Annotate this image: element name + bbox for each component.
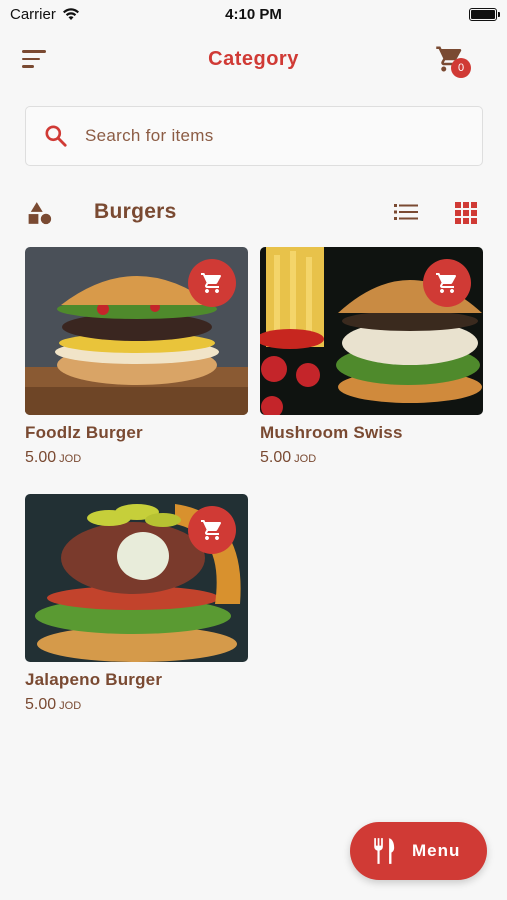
shapes-icon <box>28 202 52 225</box>
app-header: Category 0 <box>0 36 507 84</box>
wifi-icon <box>62 8 79 20</box>
grid-view-icon[interactable] <box>455 202 477 224</box>
cart-button[interactable]: 0 <box>434 44 474 80</box>
product-image[interactable] <box>25 247 248 415</box>
product-card[interactable]: Jalapeno Burger 5.00 JOD <box>25 494 248 714</box>
add-to-cart-button[interactable] <box>188 259 236 307</box>
menu-button[interactable]: Menu <box>350 822 487 880</box>
search-icon <box>45 125 67 147</box>
search-input[interactable]: Search for items <box>25 106 483 166</box>
product-price: 5.00 JOD <box>25 696 248 714</box>
status-left: Carrier <box>10 6 80 23</box>
page-title: Category <box>208 48 299 70</box>
product-card[interactable]: Mushroom Swiss 5.00 JOD <box>260 247 483 467</box>
product-image[interactable] <box>260 247 483 415</box>
search-placeholder: Search for items <box>85 126 214 145</box>
category-title: Burgers <box>94 200 177 223</box>
cart-count-badge: 0 <box>451 58 471 78</box>
add-to-cart-icon <box>201 273 222 293</box>
menu-button-label: Menu <box>412 841 461 860</box>
category-header: Burgers <box>0 190 507 238</box>
add-to-cart-icon <box>201 520 222 540</box>
add-to-cart-button[interactable] <box>423 259 471 307</box>
price-currency: JOD <box>59 700 82 712</box>
price-value: 5.00 <box>260 449 292 466</box>
product-price: 5.00 JOD <box>260 449 483 467</box>
price-value: 5.00 <box>25 696 57 713</box>
list-view-icon[interactable] <box>394 202 418 222</box>
price-currency: JOD <box>294 453 317 465</box>
product-card[interactable]: Foodlz Burger 5.00 JOD <box>25 247 248 467</box>
product-image[interactable] <box>25 494 248 662</box>
product-name: Jalapeno Burger <box>25 670 163 689</box>
price-currency: JOD <box>59 453 82 465</box>
status-bar: Carrier 4:10 PM <box>0 0 507 28</box>
fork-knife-icon <box>374 838 395 864</box>
product-name: Foodlz Burger <box>25 423 143 442</box>
price-value: 5.00 <box>25 449 57 466</box>
product-name: Mushroom Swiss <box>260 423 403 442</box>
product-price: 5.00 JOD <box>25 449 248 467</box>
carrier-label: Carrier <box>10 5 56 23</box>
add-to-cart-icon <box>436 273 457 293</box>
add-to-cart-button[interactable] <box>188 506 236 554</box>
battery-icon <box>469 7 500 21</box>
